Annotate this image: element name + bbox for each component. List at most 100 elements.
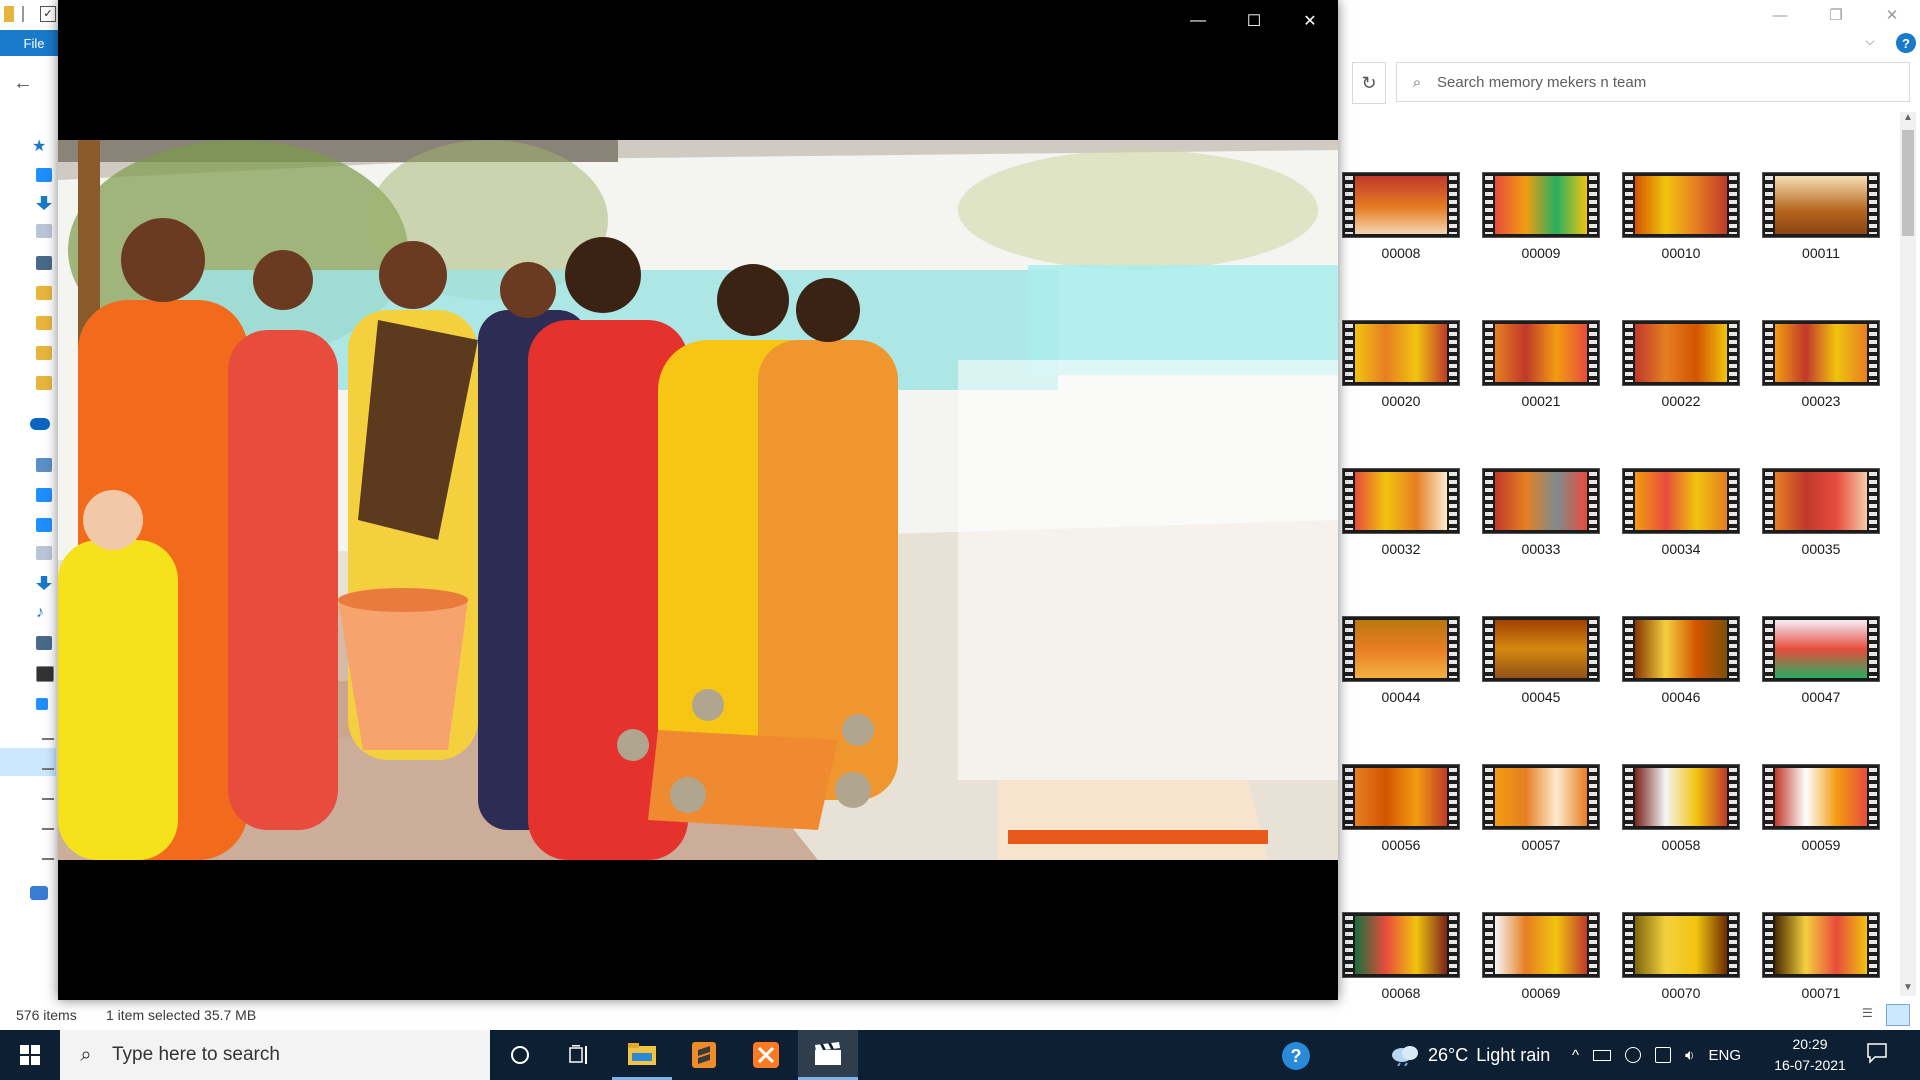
videos-icon[interactable] — [36, 666, 54, 682]
taskbar-sublime-text[interactable] — [674, 1030, 734, 1080]
video-thumbnail[interactable]: 00023 — [1762, 320, 1880, 409]
drive-icon[interactable] — [42, 738, 54, 740]
drive-icon[interactable] — [42, 858, 54, 860]
video-thumbnail[interactable]: 00047 — [1762, 616, 1880, 705]
vertical-scrollbar[interactable] — [1900, 112, 1916, 996]
close-icon[interactable]: ✕ — [1864, 0, 1920, 30]
documents-icon[interactable] — [36, 224, 52, 238]
task-view-button[interactable] — [550, 1030, 610, 1080]
file-name: 00056 — [1381, 837, 1421, 853]
item-count: 576 items — [16, 1007, 77, 1023]
video-thumbnail[interactable]: 00044 — [1342, 616, 1460, 705]
properties-icon[interactable]: ✓ — [40, 6, 56, 22]
desktop-icon[interactable] — [36, 518, 52, 532]
drive-icon[interactable] — [42, 828, 54, 830]
cloud-rain-icon — [1392, 1046, 1418, 1066]
video-thumbnail[interactable]: 00035 — [1762, 468, 1880, 557]
downloads-icon[interactable] — [36, 576, 52, 590]
video-thumbnail[interactable]: 00056 — [1342, 764, 1460, 853]
video-thumbnail[interactable]: 00059 — [1762, 764, 1880, 853]
windows-drive-icon[interactable] — [36, 698, 48, 710]
folder-icon — [4, 6, 14, 22]
video-thumbnail[interactable]: 00058 — [1622, 764, 1740, 853]
battery-icon[interactable] — [1593, 1049, 1612, 1061]
filmstrip-thumbnail — [1622, 320, 1740, 386]
video-thumbnail[interactable]: 00033 — [1482, 468, 1600, 557]
folder-icon[interactable] — [36, 286, 52, 300]
downloads-icon[interactable] — [36, 196, 52, 210]
clapperboard-icon — [815, 1041, 841, 1065]
folder-icon[interactable] — [36, 346, 52, 360]
task-view-icon — [569, 1045, 587, 1064]
network-globe-icon[interactable] — [1625, 1047, 1642, 1063]
weather-widget[interactable]: 26°C Light rain — [1390, 1030, 1550, 1080]
video-thumbnail[interactable]: 00068 — [1342, 912, 1460, 1001]
file-name: 00035 — [1801, 541, 1841, 557]
minimize-icon[interactable]: — — [1170, 0, 1226, 42]
taskbar-video-player[interactable] — [798, 1030, 858, 1080]
video-thumbnail[interactable]: 00046 — [1622, 616, 1740, 705]
video-thumbnail[interactable]: 00008 — [1342, 172, 1460, 261]
video-thumbnail[interactable]: 00009 — [1482, 172, 1600, 261]
video-thumbnail[interactable]: 00034 — [1622, 468, 1740, 557]
large-icons-view-icon[interactable] — [1886, 1004, 1910, 1026]
taskbar-search-box[interactable]: ⌕ Type here to search — [60, 1030, 490, 1080]
desktop-icon[interactable] — [36, 168, 52, 182]
scrollbar-thumb[interactable] — [1902, 130, 1914, 236]
explorer-window-controls: — ❐ ✕ — [1752, 0, 1920, 30]
video-thumbnail[interactable]: 00057 — [1482, 764, 1600, 853]
video-thumbnail[interactable]: 00070 — [1622, 912, 1740, 1001]
close-icon[interactable]: ✕ — [1282, 0, 1338, 42]
minimize-icon[interactable]: — — [1752, 0, 1808, 30]
drive-icon[interactable] — [42, 768, 54, 770]
music-icon[interactable]: ♪ — [36, 604, 52, 622]
pictures-icon[interactable] — [36, 636, 52, 650]
pictures-icon[interactable] — [36, 256, 52, 270]
video-frame[interactable] — [58, 140, 1338, 860]
refresh-button[interactable]: ↻ — [1352, 62, 1386, 104]
maximize-icon[interactable]: ☐ — [1226, 0, 1282, 42]
chevron-up-icon[interactable]: ^ — [1572, 1047, 1579, 1064]
video-thumbnail[interactable]: 00032 — [1342, 468, 1460, 557]
folder-icon[interactable] — [36, 316, 52, 330]
onedrive-icon[interactable] — [30, 418, 50, 430]
video-thumbnail[interactable]: 00071 — [1762, 912, 1880, 1001]
start-button[interactable] — [0, 1030, 60, 1080]
network-icon[interactable] — [30, 886, 48, 900]
video-thumbnail[interactable]: 00069 — [1482, 912, 1600, 1001]
video-thumbnail[interactable]: 00022 — [1622, 320, 1740, 409]
filmstrip-thumbnail — [1482, 468, 1600, 534]
quick-access-star-icon[interactable]: ★ — [32, 136, 48, 155]
video-thumbnail[interactable]: 00045 — [1482, 616, 1600, 705]
video-thumbnail[interactable]: 00010 — [1622, 172, 1740, 261]
scroll-up-icon[interactable]: ▲ — [1900, 110, 1916, 126]
folder-icon[interactable] — [36, 376, 52, 390]
details-view-icon[interactable]: ☰ — [1862, 1006, 1880, 1022]
get-help-icon[interactable]: ? — [1282, 1042, 1310, 1070]
wifi-warning-icon[interactable] — [1655, 1047, 1672, 1063]
taskbar-file-explorer[interactable] — [612, 1030, 672, 1080]
back-arrow-icon[interactable]: ← — [12, 72, 34, 94]
video-player-window: — ☐ ✕ — [58, 0, 1338, 1000]
this-pc-icon[interactable] — [36, 458, 52, 472]
file-name: 00070 — [1661, 985, 1701, 1001]
cortana-button[interactable] — [490, 1030, 550, 1080]
search-input[interactable]: ⌕ Search memory mekers n team — [1396, 62, 1910, 102]
documents-icon[interactable] — [36, 546, 52, 560]
help-icon[interactable]: ? — [1896, 33, 1916, 53]
video-thumbnail[interactable]: 00011 — [1762, 172, 1880, 261]
chevron-down-icon[interactable]: ⌵ — [1862, 34, 1878, 50]
clock[interactable]: 20:29 16-07-2021 — [1760, 1034, 1860, 1076]
language-indicator[interactable]: ENG — [1709, 1047, 1742, 1064]
restore-icon[interactable]: ❐ — [1808, 0, 1864, 30]
3d-objects-icon[interactable] — [36, 488, 52, 502]
nav-item-selected[interactable] — [0, 748, 56, 776]
taskbar-xampp[interactable] — [736, 1030, 796, 1080]
drive-icon[interactable] — [42, 798, 54, 800]
scroll-down-icon[interactable]: ▼ — [1900, 980, 1916, 996]
volume-icon[interactable]: 🔉︎ — [1685, 1047, 1694, 1064]
file-explorer-icon — [628, 1042, 656, 1065]
notifications-icon[interactable] — [1866, 1042, 1892, 1068]
video-thumbnail[interactable]: 00020 — [1342, 320, 1460, 409]
video-thumbnail[interactable]: 00021 — [1482, 320, 1600, 409]
